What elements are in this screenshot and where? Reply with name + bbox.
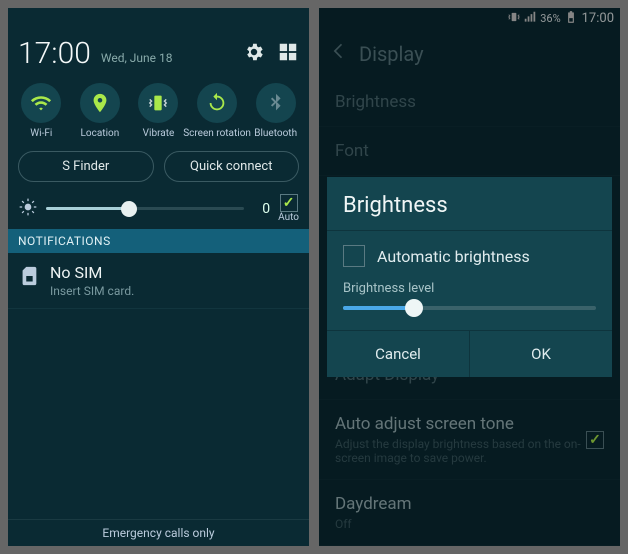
shade-header: 17:00 Wed, June 18 xyxy=(8,30,309,75)
brightness-level-slider[interactable] xyxy=(343,306,596,310)
notification-title: No SIM xyxy=(50,263,134,282)
toggle-vibrate[interactable]: Vibrate xyxy=(130,83,186,139)
toggle-location[interactable]: Location xyxy=(72,83,128,139)
clock-date: Wed, June 18 xyxy=(101,51,173,65)
dialog-scrim[interactable]: Brightness Automatic brightness Brightne… xyxy=(319,8,620,546)
clock-time: 17:00 xyxy=(18,36,91,71)
auto-brightness-toggle[interactable]: Auto xyxy=(278,194,299,223)
notification-subtitle: Insert SIM card. xyxy=(50,284,134,298)
quick-connect-button[interactable]: Quick connect xyxy=(164,151,300,182)
toggle-bluetooth[interactable]: Bluetooth xyxy=(248,83,304,139)
sim-icon xyxy=(18,263,40,298)
auto-label: Auto xyxy=(278,212,299,223)
brightness-row: 0 Auto xyxy=(8,188,309,229)
auto-brightness-checkbox-row[interactable]: Automatic brightness xyxy=(343,245,596,267)
sfinder-button[interactable]: S Finder xyxy=(18,151,154,182)
quick-tools-row: S Finder Quick connect xyxy=(8,145,309,188)
toggle-wifi[interactable]: Wi-Fi xyxy=(13,83,69,139)
notification-shade: 17:00 Wed, June 18 Wi-FiLocationVibrateS… xyxy=(8,8,309,546)
auto-brightness-label: Automatic brightness xyxy=(377,247,530,266)
brightness-slider[interactable] xyxy=(46,207,244,210)
ok-button[interactable]: OK xyxy=(469,331,612,377)
display-settings-screen: 36% 17:00 Display Brightness Font Adapt … xyxy=(319,8,620,546)
shade-footer: Emergency calls only xyxy=(8,519,309,546)
brightness-value: 0 xyxy=(252,201,270,217)
toggle-rotation[interactable]: Screen rotation xyxy=(189,83,245,139)
cancel-button[interactable]: Cancel xyxy=(327,331,469,377)
quick-settings-row: Wi-FiLocationVibrateScreen rotationBluet… xyxy=(8,75,309,145)
brightness-level-label: Brightness level xyxy=(343,281,596,296)
notification-item[interactable]: No SIM Insert SIM card. xyxy=(8,253,309,309)
notifications-header: NOTIFICATIONS xyxy=(8,229,309,253)
dialog-title: Brightness xyxy=(327,177,612,231)
status-bar-left xyxy=(8,8,309,30)
brightness-icon xyxy=(18,197,38,221)
settings-icon[interactable] xyxy=(243,41,265,67)
grid-icon[interactable] xyxy=(277,41,299,67)
brightness-dialog: Brightness Automatic brightness Brightne… xyxy=(327,177,612,377)
